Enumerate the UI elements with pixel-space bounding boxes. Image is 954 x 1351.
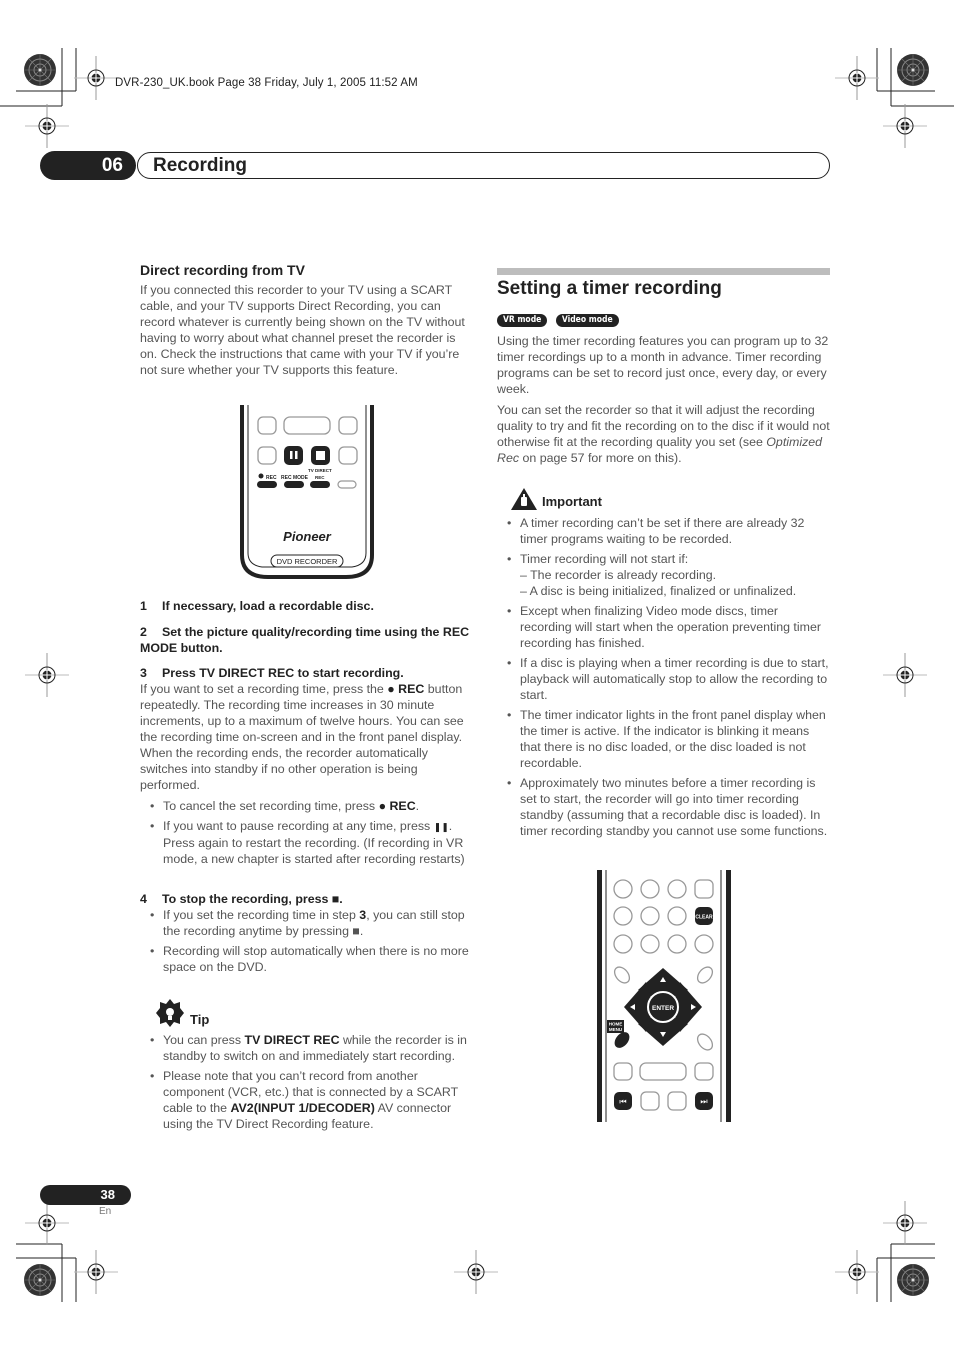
svg-text:REC MODE: REC MODE xyxy=(281,475,309,481)
remote-button xyxy=(338,416,358,435)
svg-text:HOME: HOME xyxy=(609,1022,623,1027)
step-4: 4 To stop the recording, press ■. xyxy=(140,892,343,906)
list-item: If you want to pause recording at any ti… xyxy=(140,818,472,867)
remote-button xyxy=(257,416,277,435)
remote-button xyxy=(283,416,331,435)
page-number: 38 xyxy=(100,1187,115,1202)
list-item: To cancel the set recording time, press … xyxy=(140,798,472,814)
page-language: En xyxy=(99,1206,112,1217)
print-header: DVR-230_UK.book Page 38 Friday, July 1, … xyxy=(115,77,418,89)
list-item: If a disc is playing when a timer record… xyxy=(497,655,830,703)
svg-text:CLEAR: CLEAR xyxy=(695,915,713,921)
pause-button xyxy=(284,446,303,465)
remote-button xyxy=(257,446,277,465)
svg-text:REC: REC xyxy=(266,475,277,481)
rec-button xyxy=(257,481,277,488)
important-list: A timer recording can’t be set if there … xyxy=(497,515,830,843)
step-3-notes: To cancel the set recording time, press … xyxy=(140,798,472,871)
remote-illustration-rec: REC REC MODE TV DIRECT REC Pioneer DVD R… xyxy=(240,405,374,579)
tv-direct-rec-button xyxy=(310,481,330,488)
section-divider-bar xyxy=(497,268,830,275)
svg-text:⏭: ⏭ xyxy=(700,1097,707,1106)
page-number-tab: 38 xyxy=(40,1185,131,1205)
tip-lightbulb-icon xyxy=(156,999,184,1027)
svg-text:TV DIRECT: TV DIRECT xyxy=(308,468,332,473)
svg-text:DVD RECORDER: DVD RECORDER xyxy=(277,557,338,566)
vr-mode-badge: VR mode xyxy=(497,314,548,327)
list-item: Approximately two minutes before a timer… xyxy=(497,775,830,839)
tip-label: Tip xyxy=(190,1012,210,1027)
important-warning-icon xyxy=(511,488,537,510)
list-item: You can press TV DIRECT REC while the re… xyxy=(140,1032,472,1064)
important-label: Important xyxy=(542,494,602,509)
remote-illustration-navigation: CLEAR ENTER HOME MENU ⏮ ⏭ xyxy=(597,870,731,1122)
section-heading-direct-recording: Direct recording from TV xyxy=(140,262,305,278)
svg-text:⏮: ⏮ xyxy=(619,1097,626,1106)
list-item: Recording will stop automatically when t… xyxy=(140,943,472,975)
pioneer-logo: Pioneer xyxy=(283,529,332,544)
list-item: Except when finalizing Video mode discs,… xyxy=(497,603,830,651)
remote-button xyxy=(338,446,358,465)
section-heading-timer-recording: Setting a timer recording xyxy=(497,278,722,299)
list-item: Timer recording will not start if:– The … xyxy=(497,551,830,599)
mode-badges: VR mode Video mode xyxy=(497,309,830,327)
video-mode-badge: Video mode xyxy=(555,314,619,327)
chapter-number: 06 xyxy=(101,155,123,176)
step-3-body: If you want to set a recording time, pre… xyxy=(140,682,464,792)
chapter-number-tab: 06 xyxy=(40,151,136,180)
list-item: The timer indicator lights in the front … xyxy=(497,707,830,771)
list-item: If you set the recording time in step 3,… xyxy=(140,907,472,939)
step-2: 2 Set the picture quality/recording time … xyxy=(140,625,470,655)
tip-list: You can press TV DIRECT REC while the re… xyxy=(140,1032,472,1136)
svg-text:REC: REC xyxy=(315,475,325,480)
svg-text:MENU: MENU xyxy=(609,1027,622,1032)
step-4-notes: If you set the recording time in step 3,… xyxy=(140,907,472,979)
direct-recording-intro: If you connected this recorder to your T… xyxy=(140,283,465,377)
list-item: A timer recording can’t be set if there … xyxy=(497,515,830,547)
step-3: 3 Press TV DIRECT REC to start recording. xyxy=(140,666,404,680)
rec-mode-button xyxy=(284,481,304,488)
timer-intro-paragraph: Using the timer recording features you c… xyxy=(497,334,829,396)
chapter-title: Recording xyxy=(137,152,830,179)
list-item: Please note that you can’t record from a… xyxy=(140,1068,472,1132)
step-1: 1 If necessary, load a recordable disc. xyxy=(140,599,374,613)
optimized-rec-paragraph: You can set the recorder so that it will… xyxy=(497,403,830,465)
svg-text:ENTER: ENTER xyxy=(652,1005,674,1012)
